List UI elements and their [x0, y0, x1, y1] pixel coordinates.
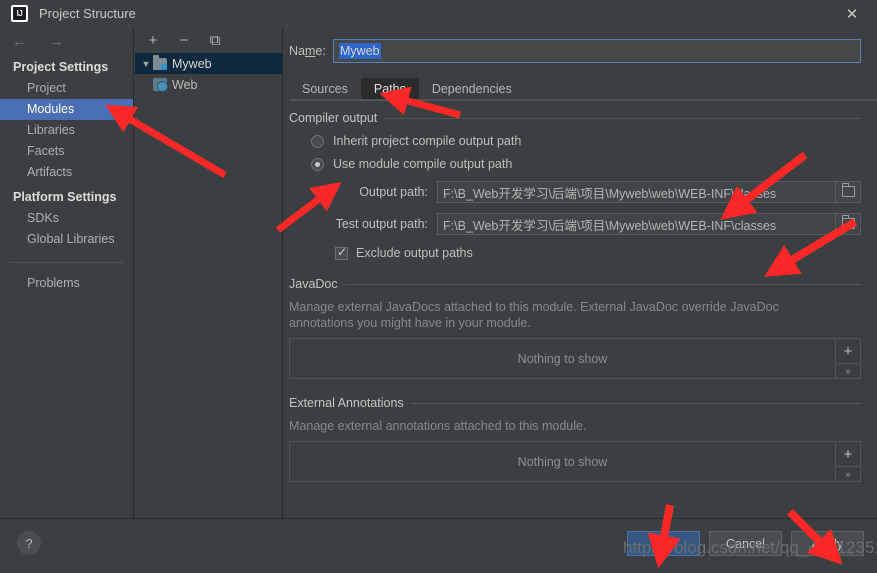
javadoc-group: JavaDoc Manage external JavaDocs attache…: [289, 277, 861, 379]
help-button[interactable]: ?: [17, 531, 41, 555]
group-divider: [410, 402, 861, 404]
module-name-label: Name:: [289, 44, 333, 58]
add-module-button[interactable]: +: [145, 32, 161, 48]
external-annotations-title: External Annotations: [289, 396, 861, 410]
external-annotations-group: External Annotations Manage external ann…: [289, 396, 861, 482]
javadoc-description: Manage external JavaDocs attached to thi…: [289, 300, 779, 330]
window-title: Project Structure: [39, 6, 136, 21]
compiler-output-title: Compiler output: [289, 111, 861, 125]
tree-node-label: Myweb: [172, 56, 212, 71]
sidebar-item-modules[interactable]: Modules: [0, 99, 133, 120]
dialog-footer: ? OK Cancel Apply: [0, 518, 877, 573]
tree-node-web[interactable]: Web: [135, 74, 282, 95]
output-path-browse-button[interactable]: [836, 181, 861, 203]
name-label-pre: Na: [289, 44, 305, 58]
javadoc-list-actions: + »: [836, 338, 861, 379]
javadoc-list: Nothing to show + »: [289, 338, 861, 379]
radio-label: Use module compile output path: [333, 157, 513, 171]
tab-paths[interactable]: Paths: [360, 78, 419, 101]
checkbox-label: Exclude output paths: [356, 246, 473, 260]
javadoc-more-button[interactable]: »: [836, 364, 860, 378]
javadoc-empty-text[interactable]: Nothing to show: [289, 338, 836, 379]
sidebar-item-problems[interactable]: Problems: [0, 273, 133, 294]
tree-node-label: Web: [172, 77, 198, 92]
intellij-idea-icon: IJ: [11, 5, 28, 22]
name-label-post: e:: [315, 44, 326, 58]
sidebar-item-global-libraries[interactable]: Global Libraries: [0, 229, 133, 250]
close-icon[interactable]: ✕: [841, 4, 863, 24]
group-title-text: JavaDoc: [289, 277, 338, 291]
module-tree-panel: + − ⧉ ▼ Myweb Web: [135, 27, 283, 518]
ok-button[interactable]: OK: [627, 531, 700, 556]
test-output-path-label: Test output path:: [335, 217, 428, 231]
radio-button-icon[interactable]: [311, 134, 324, 148]
remove-module-button[interactable]: −: [176, 32, 192, 48]
external-annotations-description: Manage external annotations attached to …: [289, 419, 587, 433]
folder-icon: [841, 215, 855, 229]
back-arrow-icon[interactable]: ←: [12, 34, 27, 49]
group-divider: [344, 283, 861, 285]
compiler-output-group: Compiler output Inherit project compile …: [289, 111, 861, 260]
javadoc-title: JavaDoc: [289, 277, 861, 291]
radio-label: Inherit project compile output path: [333, 134, 522, 148]
cancel-button[interactable]: Cancel: [709, 531, 782, 556]
sidebar-section-header-platform-settings: Platform Settings: [13, 190, 117, 204]
sidebar-item-sdks[interactable]: SDKs: [0, 208, 133, 229]
sidebar-item-libraries[interactable]: Libraries: [0, 120, 133, 141]
dialog-buttons: OK Cancel Apply: [627, 531, 864, 556]
sidebar-navigation: ← →: [0, 27, 133, 53]
copy-module-button[interactable]: ⧉: [207, 32, 223, 48]
tab-sources[interactable]: Sources: [289, 78, 361, 101]
project-structure-dialog: IJ Project Structure ✕ ← → Project Setti…: [0, 0, 877, 573]
module-icon: [153, 54, 167, 70]
group-title-text: External Annotations: [289, 396, 404, 410]
external-annotations-list: Nothing to show + »: [289, 441, 861, 482]
title-bar: IJ Project Structure ✕: [0, 0, 877, 27]
forward-arrow-icon[interactable]: →: [49, 34, 64, 49]
group-divider: [384, 117, 861, 119]
sidebar-divider: [10, 262, 123, 263]
radio-inherit-project-output[interactable]: Inherit project compile output path: [311, 134, 861, 148]
module-tabs: Sources Paths Dependencies: [289, 77, 877, 101]
external-annotations-list-actions: + »: [836, 441, 861, 482]
folder-icon: [841, 183, 855, 197]
external-annotations-empty-text[interactable]: Nothing to show: [289, 441, 836, 482]
external-annotations-add-button[interactable]: +: [836, 442, 860, 467]
sidebar-item-project[interactable]: Project: [0, 78, 133, 99]
tree-node-myweb[interactable]: ▼ Myweb: [135, 53, 282, 74]
external-annotations-more-button[interactable]: »: [836, 467, 860, 481]
output-path-row: Output path: F:\B_Web开发学习\后端\项目\Myweb\we…: [289, 181, 861, 203]
module-name-input[interactable]: Myweb: [333, 39, 861, 63]
tab-underline: [289, 99, 877, 101]
module-tree-toolbar: + − ⧉: [135, 27, 282, 53]
sidebar-section-header-project-settings: Project Settings: [13, 60, 109, 74]
javadoc-add-button[interactable]: +: [836, 339, 860, 364]
sidebar-item-artifacts[interactable]: Artifacts: [0, 162, 133, 183]
paths-tab-content: Compiler output Inherit project compile …: [289, 111, 861, 511]
tab-dependencies[interactable]: Dependencies: [419, 78, 525, 101]
exclude-output-paths-checkbox[interactable]: Exclude output paths: [335, 245, 861, 260]
name-label-accel: m: [304, 44, 316, 58]
output-path-label: Output path:: [359, 185, 428, 199]
test-output-path-input[interactable]: F:\B_Web开发学习\后端\项目\Myweb\web\WEB-INF\cla…: [437, 213, 836, 235]
module-name-row: Name: Myweb: [284, 27, 877, 63]
module-name-value: Myweb: [339, 43, 381, 59]
checkbox-icon[interactable]: [335, 245, 348, 260]
test-output-path-row: Test output path: F:\B_Web开发学习\后端\项目\Myw…: [289, 213, 861, 235]
chevron-down-icon[interactable]: ▼: [139, 59, 153, 69]
sidebar-item-facets[interactable]: Facets: [0, 141, 133, 162]
group-title-text: Compiler output: [289, 111, 378, 125]
test-output-path-browse-button[interactable]: [836, 213, 861, 235]
settings-sidebar: ← → Project Settings Project Modules Lib…: [0, 27, 134, 518]
output-path-input[interactable]: F:\B_Web开发学习\后端\项目\Myweb\web\WEB-INF\cla…: [437, 181, 836, 203]
radio-button-selected-icon[interactable]: [311, 157, 324, 171]
web-facet-icon: [153, 78, 168, 92]
module-editor-panel: Name: Myweb Sources Paths Dependencies C…: [284, 27, 877, 518]
apply-button[interactable]: Apply: [791, 531, 864, 556]
radio-use-module-output[interactable]: Use module compile output path: [311, 157, 861, 171]
